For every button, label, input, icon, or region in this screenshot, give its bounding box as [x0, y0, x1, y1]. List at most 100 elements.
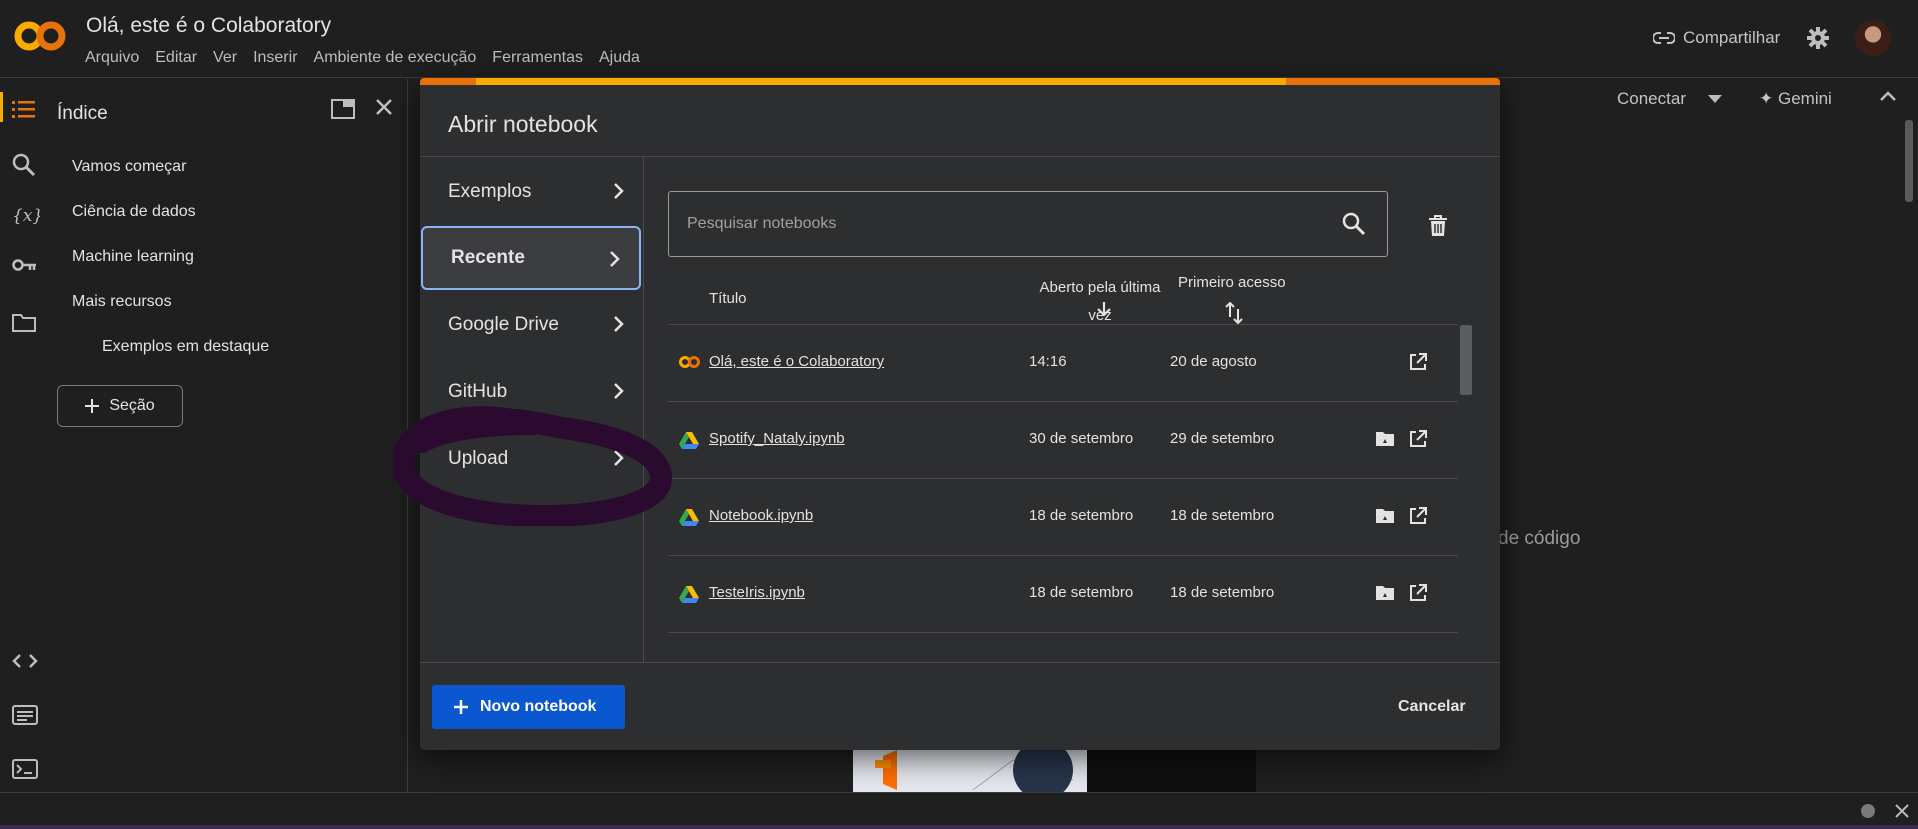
left-icon-rail: {x}	[0, 79, 48, 792]
new-notebook-label: Novo notebook	[480, 698, 597, 715]
menu-ajuda[interactable]: Ajuda	[599, 49, 640, 67]
menu-ambiente[interactable]: Ambiente de execução	[314, 49, 477, 67]
divider	[420, 662, 1500, 663]
sparkle-icon: ✦	[1759, 89, 1774, 108]
menu-editar[interactable]: Editar	[155, 49, 197, 67]
background-text: de código	[1498, 528, 1581, 549]
toc-item[interactable]: Mais recursos	[72, 293, 269, 338]
scrollbar[interactable]	[1460, 325, 1472, 395]
nav-label: Exemplos	[448, 181, 532, 202]
gemini-button[interactable]: ✦ Gemini	[1759, 89, 1832, 109]
close-icon[interactable]	[374, 97, 394, 117]
toc-list: Vamos começar Ciência de dados Machine l…	[72, 158, 269, 383]
folder-icon[interactable]	[12, 313, 36, 333]
menu-arquivo[interactable]: Arquivo	[85, 49, 139, 67]
add-section-button[interactable]: Seção	[57, 385, 183, 427]
svg-text:{x}: {x}	[12, 206, 40, 226]
open-in-new-tab-icon[interactable]	[1409, 430, 1427, 448]
chevron-down-icon[interactable]	[1708, 95, 1722, 103]
last-opened-cell: 14:16	[1029, 353, 1067, 370]
status-bar	[0, 792, 1918, 829]
nav-item-exemplos[interactable]: Exemplos	[420, 160, 643, 224]
notebook-search	[668, 191, 1388, 257]
dialog-accent-bar	[420, 78, 1500, 85]
first-opened-cell: 20 de agosto	[1170, 353, 1257, 370]
menu-inserir[interactable]: Inserir	[253, 49, 297, 67]
chevron-right-icon	[613, 315, 625, 333]
first-opened-cell: 18 de setembro	[1170, 584, 1275, 601]
variables-icon[interactable]: {x}	[12, 203, 40, 227]
new-notebook-button[interactable]: Novo notebook	[432, 685, 625, 729]
chevron-up-icon[interactable]	[1880, 91, 1896, 101]
first-opened-cell: 18 de setembro	[1170, 507, 1275, 524]
notebook-link[interactable]: Spotify_Nataly.ipynb	[709, 430, 845, 447]
search-icon[interactable]	[1342, 212, 1366, 236]
gear-icon[interactable]	[1806, 26, 1830, 50]
close-icon[interactable]	[1894, 803, 1910, 819]
nav-item-recente[interactable]: Recente	[421, 226, 641, 290]
table-row[interactable]: Spotify_Nataly.ipynb 30 de setembro 29 d…	[668, 402, 1458, 479]
table-row[interactable]: Notebook.ipynb 18 de setembro 18 de sete…	[668, 479, 1458, 556]
cancel-button[interactable]: Cancelar	[1398, 698, 1466, 716]
scrollbar[interactable]	[1905, 120, 1913, 202]
open-in-window-icon[interactable]	[331, 99, 355, 119]
toc-item[interactable]: Exemplos em destaque	[72, 338, 269, 383]
last-opened-cell: 18 de setembro	[1029, 507, 1134, 524]
plus-icon	[454, 700, 468, 714]
open-in-new-tab-icon[interactable]	[1409, 584, 1427, 602]
toc-item[interactable]: Machine learning	[72, 248, 269, 293]
colab-logo[interactable]	[14, 18, 66, 54]
drive-folder-icon[interactable]	[1376, 585, 1394, 600]
terminal-icon[interactable]	[12, 759, 38, 779]
sort-icon[interactable]	[1225, 302, 1243, 324]
share-button[interactable]: Compartilhar	[1653, 28, 1780, 48]
annotation-scribble	[393, 406, 673, 526]
notebook-link[interactable]: Olá, este é o Colaboratory	[709, 353, 884, 370]
key-icon[interactable]	[12, 257, 38, 273]
connect-button[interactable]: Conectar	[1617, 89, 1686, 109]
open-in-new-tab-icon[interactable]	[1409, 353, 1427, 371]
google-drive-icon	[679, 509, 699, 526]
trash-icon[interactable]	[1428, 215, 1448, 237]
column-header-title[interactable]: Título	[709, 290, 747, 307]
active-indicator	[0, 92, 3, 122]
toc-item[interactable]: Ciência de dados	[72, 203, 269, 248]
open-in-new-tab-icon[interactable]	[1409, 507, 1427, 525]
nav-label: GitHub	[448, 381, 508, 402]
table-of-contents-icon[interactable]	[12, 100, 36, 120]
chevron-right-icon	[609, 250, 621, 268]
status-dot	[1861, 804, 1875, 818]
notebook-link[interactable]: Notebook.ipynb	[709, 507, 813, 524]
google-drive-icon	[679, 586, 699, 603]
arrow-down-icon[interactable]	[1097, 301, 1111, 317]
section-label: Seção	[109, 397, 155, 414]
plus-icon	[85, 399, 100, 413]
toc-item[interactable]: Vamos começar	[72, 158, 269, 203]
colab-icon	[679, 355, 701, 369]
link-icon	[1653, 31, 1675, 45]
drive-folder-icon[interactable]	[1376, 508, 1394, 523]
avatar[interactable]	[1855, 20, 1891, 56]
chevron-right-icon	[613, 382, 625, 400]
search-input[interactable]	[687, 212, 1307, 236]
search-icon[interactable]	[12, 153, 36, 177]
last-opened-cell: 30 de setembro	[1029, 430, 1134, 447]
column-header-first-opened[interactable]: Primeiro acesso	[1178, 274, 1286, 291]
table-row[interactable]: TesteIris.ipynb 18 de setembro 18 de set…	[668, 556, 1458, 633]
menu-bar: Arquivo Editar Ver Inserir Ambiente de e…	[85, 49, 640, 67]
menu-ver[interactable]: Ver	[213, 49, 237, 67]
window-edge	[0, 825, 1918, 829]
command-palette-icon[interactable]	[12, 705, 38, 725]
top-header: Olá, este é o Colaboratory Arquivo Edita…	[0, 0, 1918, 78]
code-snippets-icon[interactable]	[12, 653, 38, 669]
table-row[interactable]: Olá, este é o Colaboratory 14:16 20 de a…	[668, 325, 1458, 402]
notebook-table: Olá, este é o Colaboratory 14:16 20 de a…	[668, 325, 1458, 662]
notebook-link[interactable]: TesteIris.ipynb	[709, 584, 805, 601]
sidebar-title: Índice	[57, 103, 108, 124]
drive-folder-icon[interactable]	[1376, 431, 1394, 446]
table-row[interactable]	[668, 633, 1458, 662]
toc-sidebar: Índice Vamos começar Ciência de dados Ma…	[48, 79, 408, 792]
nav-item-google-drive[interactable]: Google Drive	[420, 293, 643, 357]
notebook-title[interactable]: Olá, este é o Colaboratory	[86, 14, 331, 38]
menu-ferramentas[interactable]: Ferramentas	[492, 49, 583, 67]
